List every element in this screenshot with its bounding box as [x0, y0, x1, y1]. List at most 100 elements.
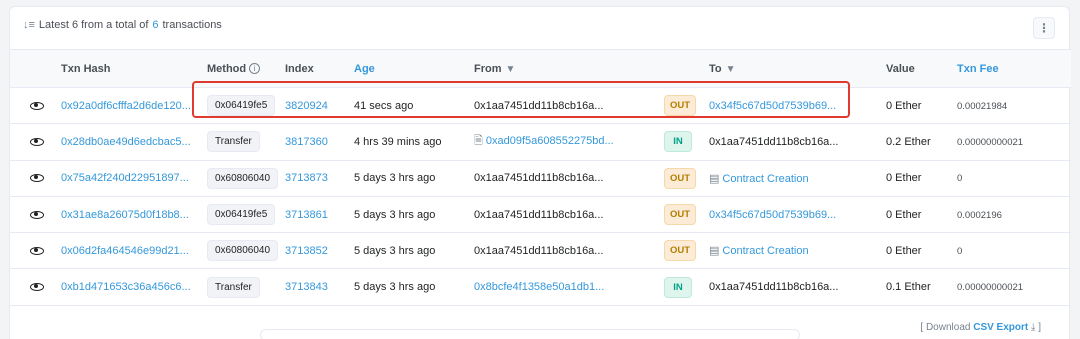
- eye-icon[interactable]: [30, 174, 44, 183]
- to-cell: ▤ Contract Creation: [709, 160, 886, 197]
- eye-icon[interactable]: [30, 283, 44, 292]
- direction-badge: OUT: [664, 95, 697, 117]
- txn-hash-link[interactable]: 0x06d2fa464546e99d21...: [61, 245, 189, 257]
- direction-badge: OUT: [664, 167, 697, 189]
- header-txn-fee-toggle[interactable]: Txn Fee: [957, 49, 1071, 88]
- table-row: 0xb1d471653c36a456c6... Transfer 3713843 5 …: [10, 268, 1071, 306]
- sort-icon: ↓≡: [23, 19, 35, 31]
- index-cell: 3817360: [285, 123, 354, 161]
- method-badge: Transfer: [207, 131, 260, 153]
- txn-fee-value: 0.0002196: [957, 209, 1002, 221]
- table-row: 0x06d2fa464546e99d21... 0x60806040 3713852…: [10, 232, 1071, 270]
- header-direction: [664, 49, 709, 88]
- method-cell: 0x60806040: [207, 160, 285, 197]
- index-link[interactable]: 3713861: [285, 209, 328, 221]
- header-from: From ▼: [474, 49, 664, 88]
- index-cell: 3713861: [285, 196, 354, 234]
- eye-icon[interactable]: [30, 101, 44, 110]
- to-address[interactable]: Contract Creation: [722, 173, 808, 185]
- txn-fee-value: 0: [957, 245, 963, 257]
- header-value: Value: [886, 49, 957, 88]
- from-address: 0x1aa7451dd11b8cb16a...: [474, 244, 604, 257]
- txn-fee-cell: 0.0002196: [957, 196, 1071, 234]
- summary-count-link[interactable]: 6: [152, 19, 158, 31]
- contract-icon: ▤: [709, 245, 720, 258]
- age-cell: 5 days 3 hrs ago: [354, 196, 474, 234]
- txn-fee-cell: 0.00000000021: [957, 123, 1071, 161]
- from-cell: 0x1aa7451dd11b8cb16a...: [474, 196, 664, 234]
- from-address[interactable]: 0xad09f5a608552275bd...: [486, 135, 614, 147]
- txn-hash-cell: 0x92a0df6cfffa2d6de120...: [61, 87, 207, 125]
- txn-hash-link[interactable]: 0x75a42f240d22951897...: [61, 172, 189, 184]
- index-link[interactable]: 3817360: [285, 136, 328, 148]
- csv-export-link[interactable]: CSV Export: [973, 322, 1028, 333]
- txn-fee-cell: 0: [957, 160, 1071, 197]
- to-address[interactable]: Contract Creation: [722, 245, 808, 257]
- method-cell: 0x06419fe5: [207, 196, 285, 234]
- eye-cell: [10, 123, 61, 161]
- index-link[interactable]: 3820924: [285, 100, 328, 112]
- table-row: 0x28db0ae49d6edcbac5... Transfer 3817360 4 …: [10, 123, 1071, 161]
- from-address: 0x1aa7451dd11b8cb16a...: [474, 99, 604, 112]
- method-cell: Transfer: [207, 123, 285, 161]
- eye-cell: [10, 87, 61, 125]
- txn-hash-link[interactable]: 0x31ae8a26075d0f18b8...: [61, 209, 189, 221]
- value-cell: 0.1 Ether: [886, 268, 957, 306]
- index-link[interactable]: 3713873: [285, 172, 328, 184]
- value-cell: 0 Ether: [886, 196, 957, 234]
- to-address[interactable]: 0x34f5c67d50d7539b69...: [709, 100, 836, 112]
- header-age-toggle[interactable]: Age: [354, 49, 474, 88]
- index-cell: 3713843: [285, 268, 354, 306]
- from-address: 0x1aa7451dd11b8cb16a...: [474, 208, 604, 221]
- direction-badge: IN: [664, 131, 692, 153]
- method-badge: 0x06419fe5: [207, 204, 276, 226]
- txn-hash-link[interactable]: 0x92a0df6cfffa2d6de120...: [61, 100, 191, 112]
- to-cell: 0x34f5c67d50d7539b69...: [709, 196, 886, 234]
- direction-cell: OUT: [664, 196, 709, 234]
- method-cell: 0x06419fe5: [207, 87, 285, 125]
- to-cell: 0x1aa7451dd11b8cb16a...: [709, 123, 886, 161]
- direction-badge: OUT: [664, 204, 697, 226]
- download-label: [ Download: [920, 322, 971, 333]
- to-address: 0x1aa7451dd11b8cb16a...: [709, 281, 839, 294]
- to-address[interactable]: 0x34f5c67d50d7539b69...: [709, 209, 836, 221]
- more-options-button[interactable]: ⋮: [1033, 17, 1055, 39]
- txn-fee-value: 0: [957, 173, 963, 185]
- value-cell: 0 Ether: [886, 87, 957, 125]
- index-link[interactable]: 3713852: [285, 245, 328, 257]
- header-method-label: Method: [207, 62, 247, 75]
- to-cell: 0x1aa7451dd11b8cb16a...: [709, 268, 886, 306]
- from-cell: 0x1aa7451dd11b8cb16a...: [474, 160, 664, 197]
- direction-cell: IN: [664, 268, 709, 306]
- eye-cell: [10, 160, 61, 197]
- age-cell: 41 secs ago: [354, 87, 474, 125]
- direction-badge: IN: [664, 276, 692, 298]
- filter-icon[interactable]: ▼: [506, 64, 516, 75]
- eye-icon[interactable]: [30, 210, 44, 219]
- direction-cell: OUT: [664, 160, 709, 197]
- filter-icon[interactable]: ▼: [726, 64, 736, 75]
- txn-fee-value: 0.00000000021: [957, 136, 1024, 148]
- direction-cell: OUT: [664, 87, 709, 125]
- method-badge: 0x06419fe5: [207, 95, 276, 117]
- eye-icon[interactable]: [30, 246, 44, 255]
- info-icon[interactable]: i: [249, 63, 261, 75]
- txn-fee-cell: 0.00021984: [957, 87, 1071, 125]
- download-csv: [ Download CSV Export ⤓ ]: [920, 322, 1041, 333]
- table-row: 0x31ae8a26075d0f18b8... 0x06419fe5 3713861…: [10, 196, 1071, 234]
- txn-hash-link[interactable]: 0xb1d471653c36a456c6...: [61, 281, 191, 293]
- download-bracket: ]: [1038, 322, 1041, 333]
- txn-hash-link[interactable]: 0x28db0ae49d6edcbac5...: [61, 136, 191, 148]
- txn-fee-value: 0.00021984: [957, 100, 1008, 112]
- method-cell: 0x60806040: [207, 232, 285, 270]
- eye-cell: [10, 268, 61, 306]
- bottom-panel: [260, 329, 800, 339]
- from-address[interactable]: 0x8bcfe4f1358e50a1db1...: [474, 281, 604, 293]
- eye-icon[interactable]: [30, 138, 44, 147]
- document-icon: 🗎: [474, 135, 483, 148]
- age-cell: 4 hrs 39 mins ago: [354, 123, 474, 161]
- to-address: 0x1aa7451dd11b8cb16a...: [709, 135, 839, 148]
- summary-prefix: Latest 6 from a total of: [38, 19, 149, 31]
- index-link[interactable]: 3713843: [285, 281, 328, 293]
- method-badge: 0x60806040: [207, 167, 279, 189]
